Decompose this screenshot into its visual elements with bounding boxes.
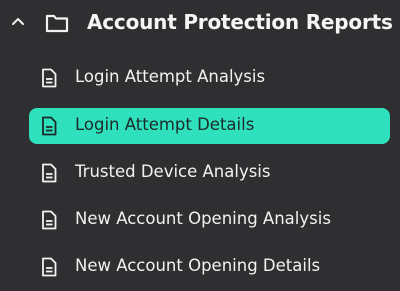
- nav-item-label: Login Attempt Details: [75, 115, 255, 134]
- document-icon: [42, 116, 57, 136]
- group-header-account-protection-reports[interactable]: Account Protection Reports: [0, 0, 400, 48]
- nav-item-label: New Account Opening Details: [75, 256, 321, 275]
- nav-item-label: New Account Opening Analysis: [75, 209, 331, 228]
- document-icon: [42, 68, 57, 88]
- nav-item-new-account-opening-analysis[interactable]: New Account Opening Analysis: [29, 202, 390, 238]
- group-title: Account Protection Reports: [87, 10, 393, 34]
- document-icon: [42, 210, 57, 230]
- nav-item-trusted-device-analysis[interactable]: Trusted Device Analysis: [29, 155, 390, 191]
- nav-item-login-attempt-analysis[interactable]: Login Attempt Analysis: [29, 60, 390, 96]
- document-icon: [42, 257, 57, 277]
- chevron-up-icon[interactable]: [10, 14, 26, 30]
- nav-item-login-attempt-details[interactable]: Login Attempt Details: [29, 108, 390, 144]
- nav-item-label: Login Attempt Analysis: [75, 67, 266, 86]
- nav-item-new-account-opening-details[interactable]: New Account Opening Details: [29, 249, 390, 285]
- folder-icon: [45, 14, 69, 33]
- nav-item-label: Trusted Device Analysis: [75, 162, 271, 181]
- report-navigation-panel: Account Protection Reports Login Attempt…: [0, 0, 400, 291]
- document-icon: [42, 163, 57, 183]
